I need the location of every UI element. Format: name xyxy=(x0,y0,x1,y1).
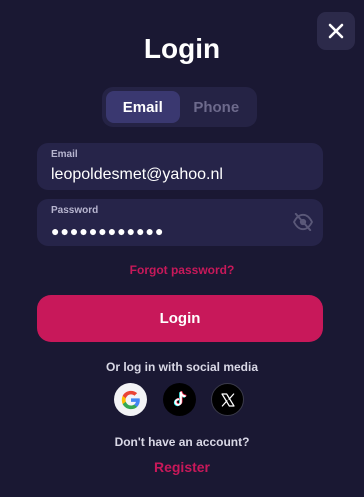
login-method-tabs: Email Phone xyxy=(102,87,257,127)
tiktok-login-button[interactable] xyxy=(163,383,196,416)
password-field-label: Password xyxy=(51,205,99,216)
google-icon xyxy=(121,390,140,409)
social-login-label: Or log in with social media xyxy=(105,360,259,374)
email-field[interactable]: Email leopoldesmet@yahoo.nl xyxy=(37,143,323,190)
forgot-password-link[interactable]: Forgot password? xyxy=(0,263,364,277)
x-icon xyxy=(220,392,235,407)
password-field-value[interactable]: ●●●●●●●●●●●● xyxy=(51,221,309,241)
tab-email[interactable]: Email xyxy=(106,91,180,123)
register-link[interactable]: Register xyxy=(0,459,364,475)
x-login-button[interactable] xyxy=(211,383,244,416)
email-field-label: Email xyxy=(51,149,78,160)
google-login-button[interactable] xyxy=(114,383,147,416)
email-field-value[interactable]: leopoldesmet@yahoo.nl xyxy=(51,165,309,185)
password-field[interactable]: Password ●●●●●●●●●●●● xyxy=(37,199,323,246)
tab-phone[interactable]: Phone xyxy=(180,91,254,123)
login-button[interactable]: Login xyxy=(37,295,323,342)
eye-off-icon[interactable] xyxy=(292,213,314,231)
no-account-text: Don't have an account? xyxy=(114,435,250,449)
page-title: Login xyxy=(143,33,221,64)
tiktok-icon xyxy=(173,390,187,406)
